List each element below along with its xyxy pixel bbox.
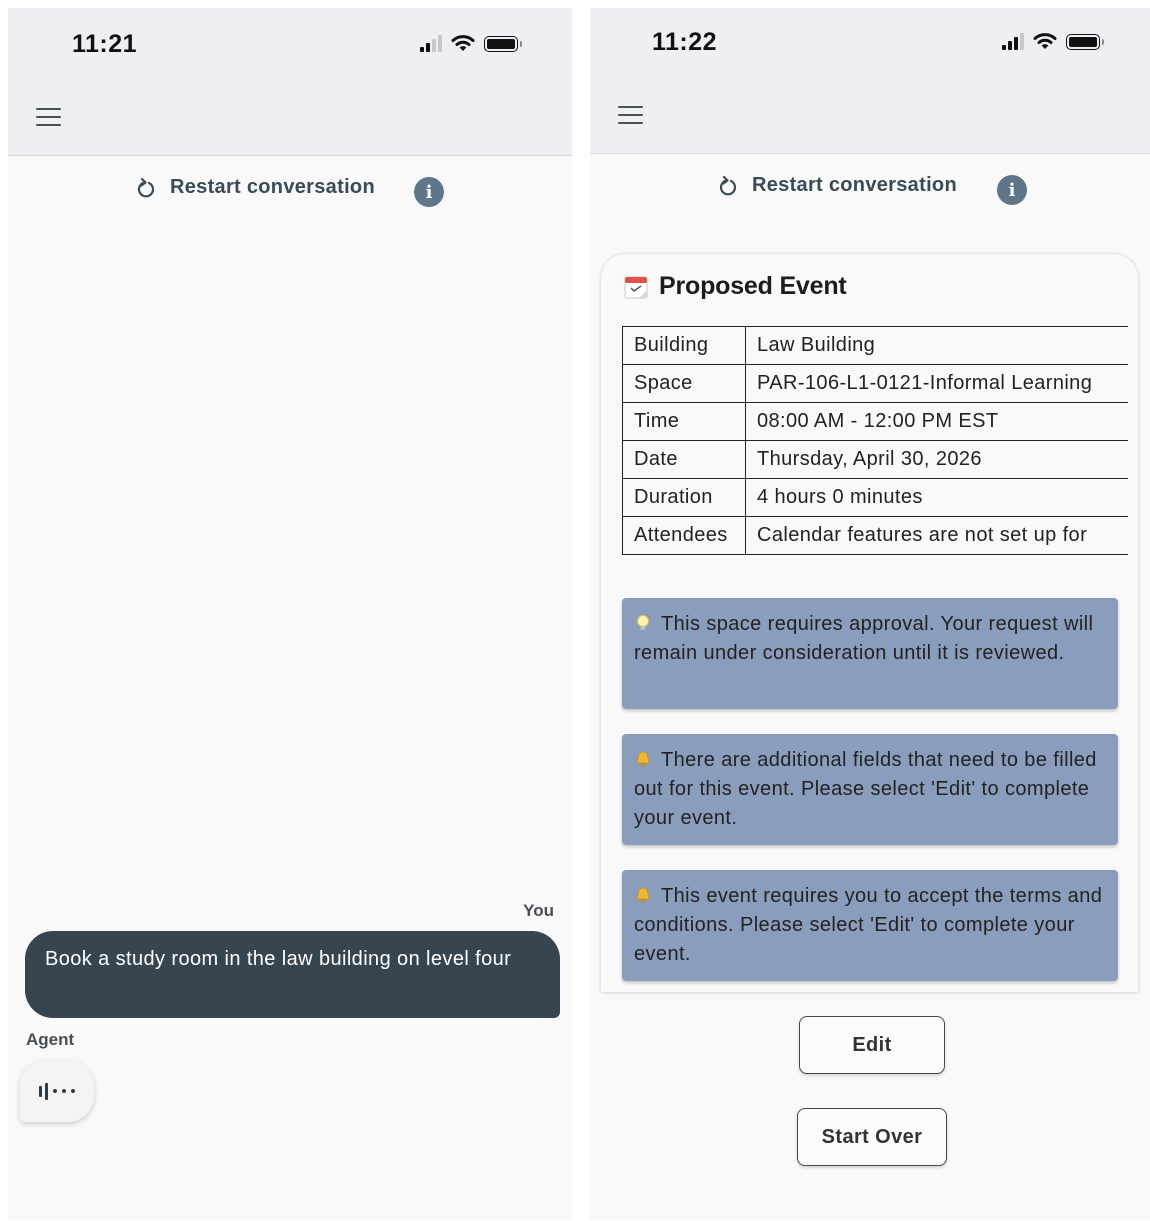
status-icons: [1002, 32, 1104, 50]
table-row: Duration 4 hours 0 minutes: [622, 478, 1128, 517]
notice-text: There are additional fields that need to…: [634, 749, 1097, 829]
row-label: Date: [622, 440, 746, 479]
table-row: Time 08:00 AM - 12:00 PM EST: [622, 402, 1128, 441]
row-label: Space: [622, 364, 746, 403]
user-sender-label: You: [523, 901, 554, 920]
event-details-table: Building Law Building Space PAR-106-L1-0…: [622, 326, 1128, 555]
approval-notice: This space requires approval. Your reque…: [622, 598, 1118, 709]
chat-screen-right: 11:22 Restart conversation i Proposed Ev…: [590, 8, 1150, 1220]
card-header: Proposed Event: [623, 272, 847, 301]
row-value: PAR-106-L1-0121-Informal Learning: [745, 364, 1128, 403]
restart-icon: [137, 177, 155, 197]
lightbulb-icon: [637, 615, 649, 630]
chat-screen-left: 11:21 Restart conversation i You Book a …: [8, 8, 572, 1220]
row-value: 4 hours 0 minutes: [745, 478, 1128, 517]
table-row: Space PAR-106-L1-0121-Informal Learning: [622, 364, 1128, 403]
battery-icon: [1066, 34, 1104, 50]
cellular-signal-icon: [420, 35, 442, 52]
restart-row: Restart conversation i: [8, 176, 572, 210]
row-label: Building: [622, 326, 746, 365]
bell-icon: [635, 887, 651, 903]
calendar-icon: [624, 276, 648, 298]
cellular-signal-icon: [1002, 33, 1024, 50]
wifi-icon: [451, 35, 475, 51]
status-time: 11:22: [652, 28, 718, 56]
menu-icon[interactable]: [36, 108, 61, 126]
info-icon[interactable]: i: [414, 177, 444, 207]
row-label: Duration: [622, 478, 746, 517]
status-time: 11:21: [72, 30, 138, 58]
restart-conversation-label: Restart conversation: [752, 174, 957, 196]
terms-notice: This event requires you to accept the te…: [622, 870, 1118, 981]
info-icon[interactable]: i: [997, 175, 1027, 205]
table-row: Building Law Building: [622, 326, 1128, 365]
proposed-event-card: Proposed Event Building Law Building Spa…: [601, 254, 1138, 992]
notice-text: This space requires approval. Your reque…: [634, 613, 1094, 664]
typing-indicator-icon: [20, 1060, 94, 1122]
agent-sender-label: Agent: [26, 1030, 75, 1049]
edit-button[interactable]: Edit: [799, 1016, 945, 1074]
battery-icon: [484, 36, 522, 52]
row-label: Attendees: [622, 516, 746, 555]
row-value: Law Building: [745, 326, 1128, 365]
restart-row: Restart conversation i: [590, 174, 1150, 208]
status-icons: [420, 34, 522, 52]
restart-icon: [719, 175, 737, 195]
additional-fields-notice: There are additional fields that need to…: [622, 734, 1118, 845]
user-message-bubble: Book a study room in the law building on…: [25, 931, 560, 1018]
app-bar: [8, 78, 572, 156]
table-row: Date Thursday, April 30, 2026: [622, 440, 1128, 479]
restart-conversation-label: Restart conversation: [170, 176, 375, 198]
app-bar: [590, 76, 1150, 154]
wifi-icon: [1033, 33, 1057, 49]
bell-icon: [635, 751, 651, 767]
start-over-button[interactable]: Start Over: [797, 1108, 947, 1166]
table-row: Attendees Calendar features are not set …: [622, 516, 1128, 555]
row-value: Thursday, April 30, 2026: [745, 440, 1128, 479]
row-value: 08:00 AM - 12:00 PM EST: [745, 402, 1128, 441]
row-value: Calendar features are not set up for: [745, 516, 1128, 555]
row-label: Time: [622, 402, 746, 441]
menu-icon[interactable]: [618, 106, 643, 124]
restart-conversation-button[interactable]: Restart conversation: [136, 176, 375, 199]
card-title: Proposed Event: [659, 272, 847, 300]
notice-text: This event requires you to accept the te…: [634, 885, 1103, 965]
status-bar: 11:21: [8, 8, 572, 78]
status-bar: 11:22: [590, 8, 1150, 76]
restart-conversation-button[interactable]: Restart conversation: [718, 174, 957, 197]
